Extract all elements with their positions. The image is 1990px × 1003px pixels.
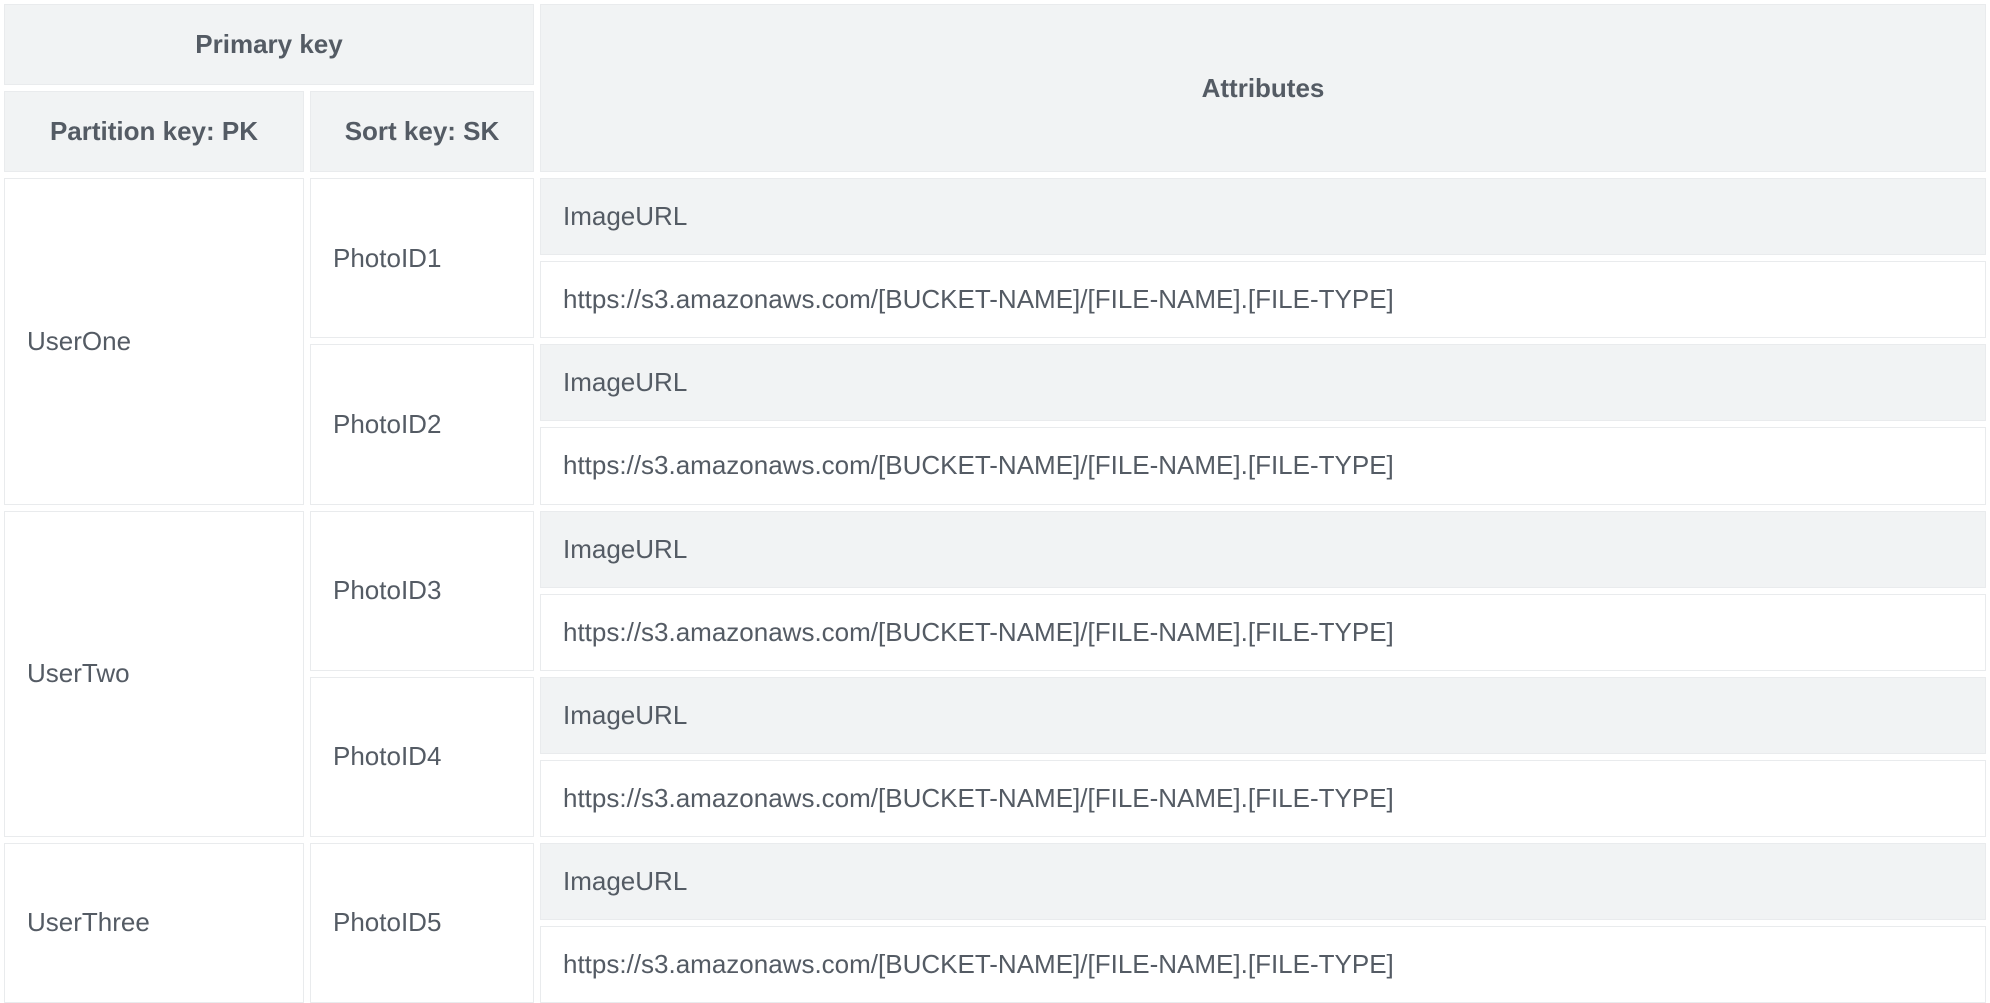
attr-value: https://s3.amazonaws.com/[BUCKET-NAME]/[… [540, 926, 1986, 1003]
pk-cell: UserThree [4, 843, 304, 1003]
sk-cell: PhotoID1 [310, 178, 534, 338]
header-partition-key: Partition key: PK [4, 91, 304, 172]
attr-value: https://s3.amazonaws.com/[BUCKET-NAME]/[… [540, 261, 1986, 338]
attr-label: ImageURL [540, 843, 1986, 920]
header-sort-key: Sort key: SK [310, 91, 534, 172]
header-attributes: Attributes [540, 4, 1986, 172]
attr-value: https://s3.amazonaws.com/[BUCKET-NAME]/[… [540, 427, 1986, 504]
attr-value: https://s3.amazonaws.com/[BUCKET-NAME]/[… [540, 760, 1986, 837]
attr-label: ImageURL [540, 178, 1986, 255]
pk-cell: UserTwo [4, 511, 304, 837]
attr-label: ImageURL [540, 677, 1986, 754]
attr-label: ImageURL [540, 511, 1986, 588]
sk-cell: PhotoID4 [310, 677, 534, 837]
attr-label: ImageURL [540, 344, 1986, 421]
dynamodb-schema-table: Primary key Attributes Partition key: PK… [4, 4, 1986, 1003]
sk-cell: PhotoID3 [310, 511, 534, 671]
attr-value: https://s3.amazonaws.com/[BUCKET-NAME]/[… [540, 594, 1986, 671]
sk-cell: PhotoID5 [310, 843, 534, 1003]
header-primary-key: Primary key [4, 4, 534, 85]
pk-cell: UserOne [4, 178, 304, 504]
sk-cell: PhotoID2 [310, 344, 534, 504]
